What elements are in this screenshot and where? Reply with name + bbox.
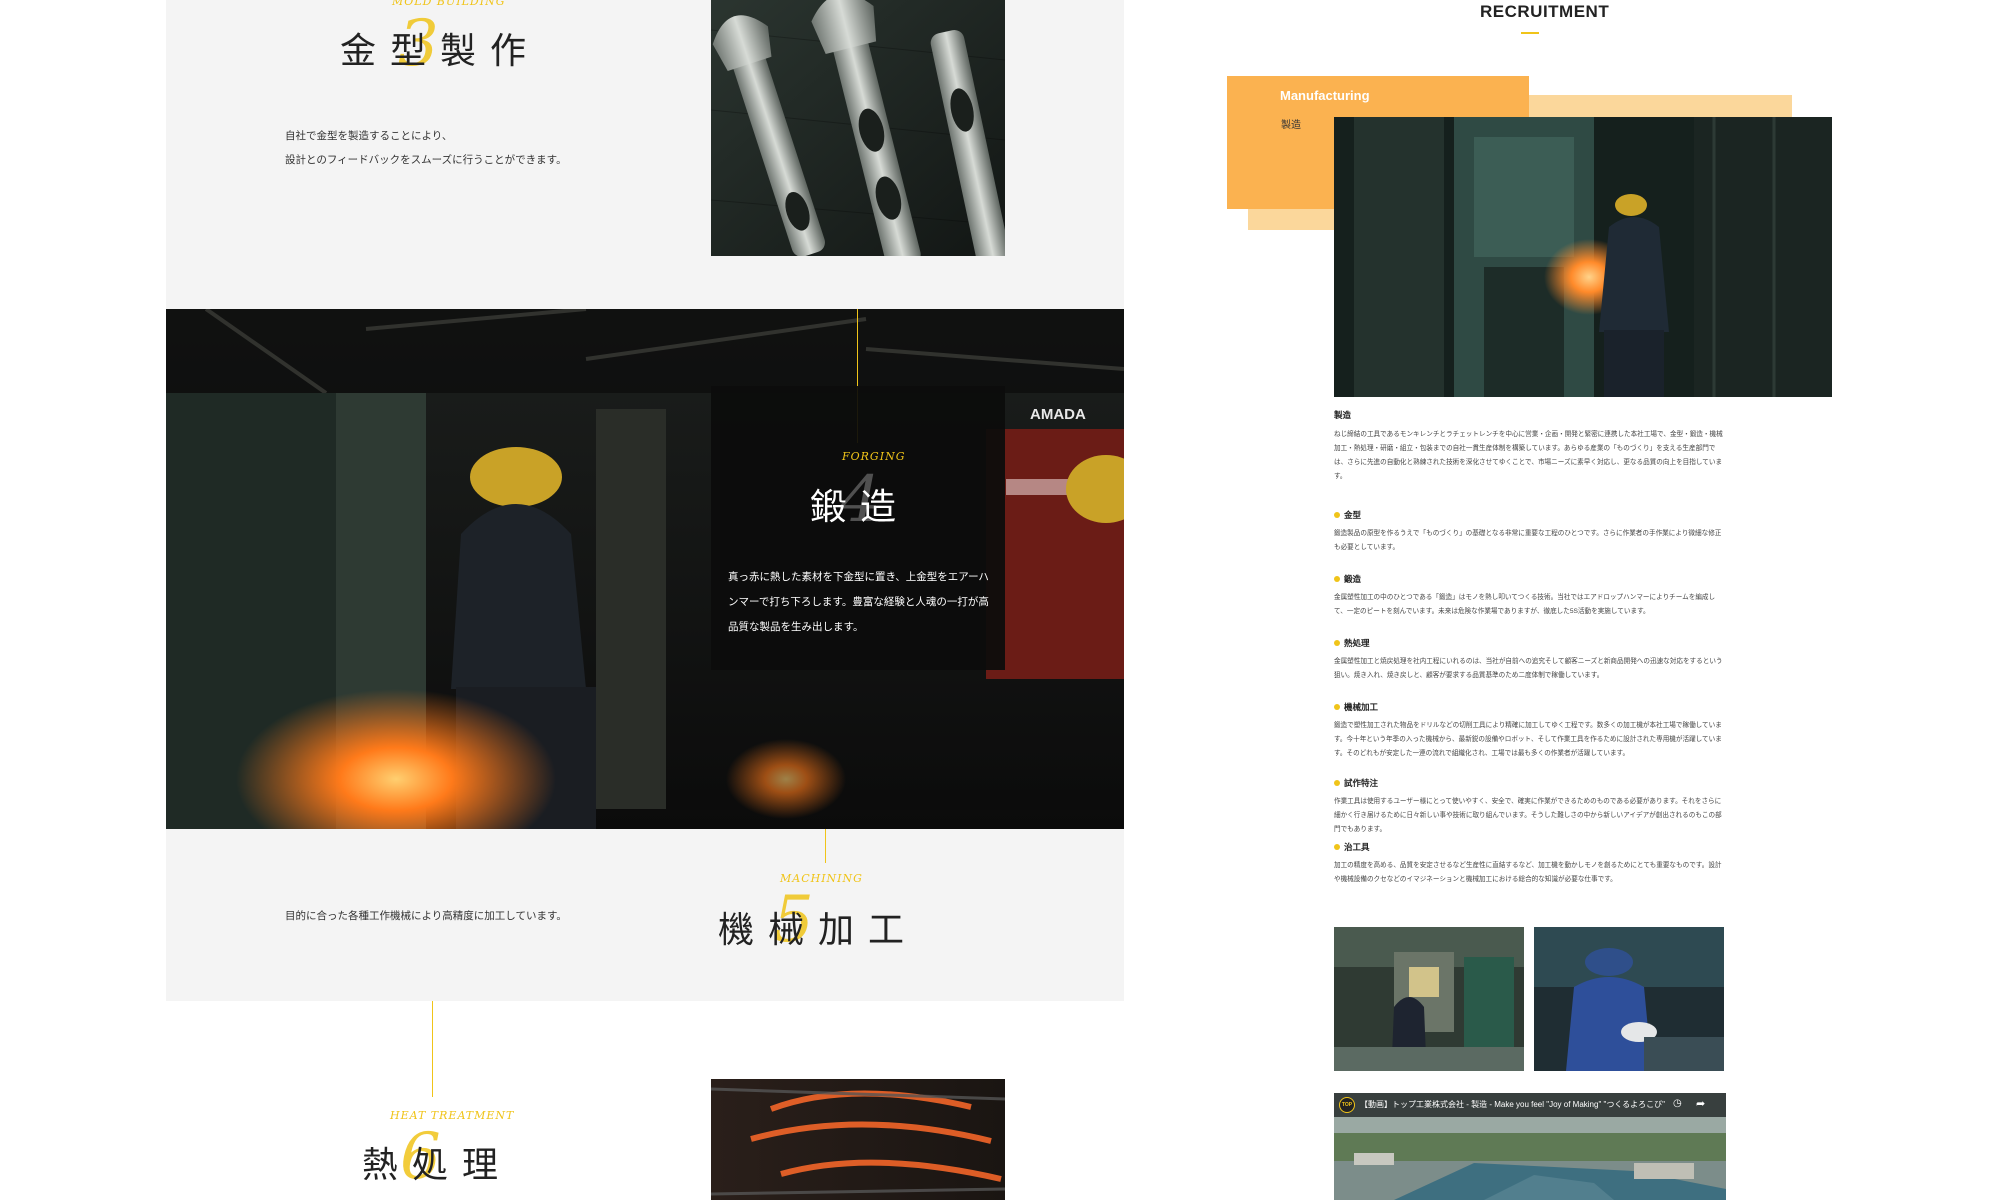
bullet-dot-icon [1334, 512, 1340, 518]
recruitment-title: RECRUITMENT [1480, 2, 1610, 21]
bullet-dot-icon [1334, 640, 1340, 646]
item-text-forging: 金属塑性加工の中のひとつである「鍛造」はモノを熱し叩いてつくる技術。当社ではエア… [1334, 594, 1716, 615]
item-heading-label: 熱処理 [1344, 638, 1370, 648]
recruitment-underline [1521, 32, 1539, 34]
heat-treatment-photo [711, 1079, 1005, 1200]
item-heading-label: 鍛造 [1344, 574, 1362, 584]
item-heading-label: 金型 [1344, 510, 1362, 520]
item-heading-heat: 熱処理 [1334, 637, 1370, 649]
item-heading-label: 治工具 [1344, 842, 1370, 852]
video-title[interactable]: 【動画】トップ工業株式会社 - 製造 - Make you feel "Joy … [1360, 1099, 1665, 1110]
machining-connector-line [825, 829, 826, 863]
manufacturing-photo [1334, 117, 1832, 397]
item-heading-label: 試作特注 [1344, 778, 1379, 788]
item-text-machining: 鍛造で塑性加工された物品をドリルなどの切削工具により精確に加工してゆく工程です。… [1334, 722, 1722, 757]
bullet-dot-icon [1334, 704, 1340, 710]
forging-photo-sign: AMADA [1030, 406, 1086, 423]
item-heading-jig: 治工具 [1334, 841, 1370, 853]
heat-connector-line [432, 1001, 433, 1097]
item-heading-mold: 金型 [1334, 509, 1361, 521]
channel-logo-icon[interactable]: TOP [1339, 1097, 1355, 1113]
forging-section-title: 鍛造 [810, 487, 911, 528]
intro-heading: 製造 [1334, 410, 1352, 420]
machining-description: 目的に合った各種工作機械により高精度に加工しています。 [285, 910, 567, 922]
watch-later-icon[interactable]: ◷ [1673, 1098, 1682, 1109]
share-icon[interactable]: ➦ [1696, 1097, 1705, 1110]
item-heading-label: 機械加工 [1344, 702, 1379, 712]
bullet-dot-icon [1334, 780, 1340, 786]
machining-section-title: 機械加工 [718, 910, 919, 951]
factory-thumbnail-1[interactable] [1334, 927, 1524, 1071]
bullet-dot-icon [1334, 576, 1340, 582]
item-text-jig: 加工の精度を高める、品質を安定させるなど生産性に直結するなど、加工機を動かしモノ… [1334, 862, 1722, 883]
factory-thumbnail-2[interactable] [1534, 927, 1724, 1071]
item-text-heat: 金属塑性加工と焼戻処理を社内工程にいれるのは、当社が自前への追究そして顧客ニーズ… [1334, 658, 1723, 679]
intro-text: ねじ締結の工具であるモンキレンチとラチェットレンチを中心に営業・企画・開発と緊密… [1334, 431, 1723, 480]
mold-section-title: 金型製作 [340, 31, 541, 72]
forging-description: 真っ赤に熱した素材を下金型に置き、上金型をエアーハンマーで打ち下ろします。豊富な… [728, 571, 989, 633]
youtube-video-embed[interactable]: TOP 【動画】トップ工業株式会社 - 製造 - Make you feel "… [1334, 1093, 1726, 1200]
item-heading-machining: 機械加工 [1334, 701, 1378, 713]
mold-wrench-photo [711, 0, 1005, 256]
item-text-mold: 鍛造製品の原型を作るうえで「ものづくり」の基礎となる非常に重要な工程のひとつです… [1334, 530, 1722, 551]
mold-desc-line-1: 自社で金型を製造することにより、 [285, 130, 453, 142]
heat-section-title: 熱処理 [362, 1145, 513, 1186]
bullet-dot-icon [1334, 844, 1340, 850]
item-heading-forging: 鍛造 [1334, 573, 1361, 585]
forging-section-en-label: FORGING [842, 450, 906, 463]
item-heading-prototype: 試作特注 [1334, 777, 1378, 789]
item-text-prototype: 作業工具は使用するユーザー様にとって使いやすく、安全で、確実に作業ができるための… [1334, 798, 1722, 833]
manufacturing-sub-label: 製造 [1281, 120, 1301, 131]
mold-desc-line-2: 設計とのフィードバックをスムーズに行うことができます。 [285, 154, 567, 166]
manufacturing-label: Manufacturing [1280, 88, 1370, 103]
